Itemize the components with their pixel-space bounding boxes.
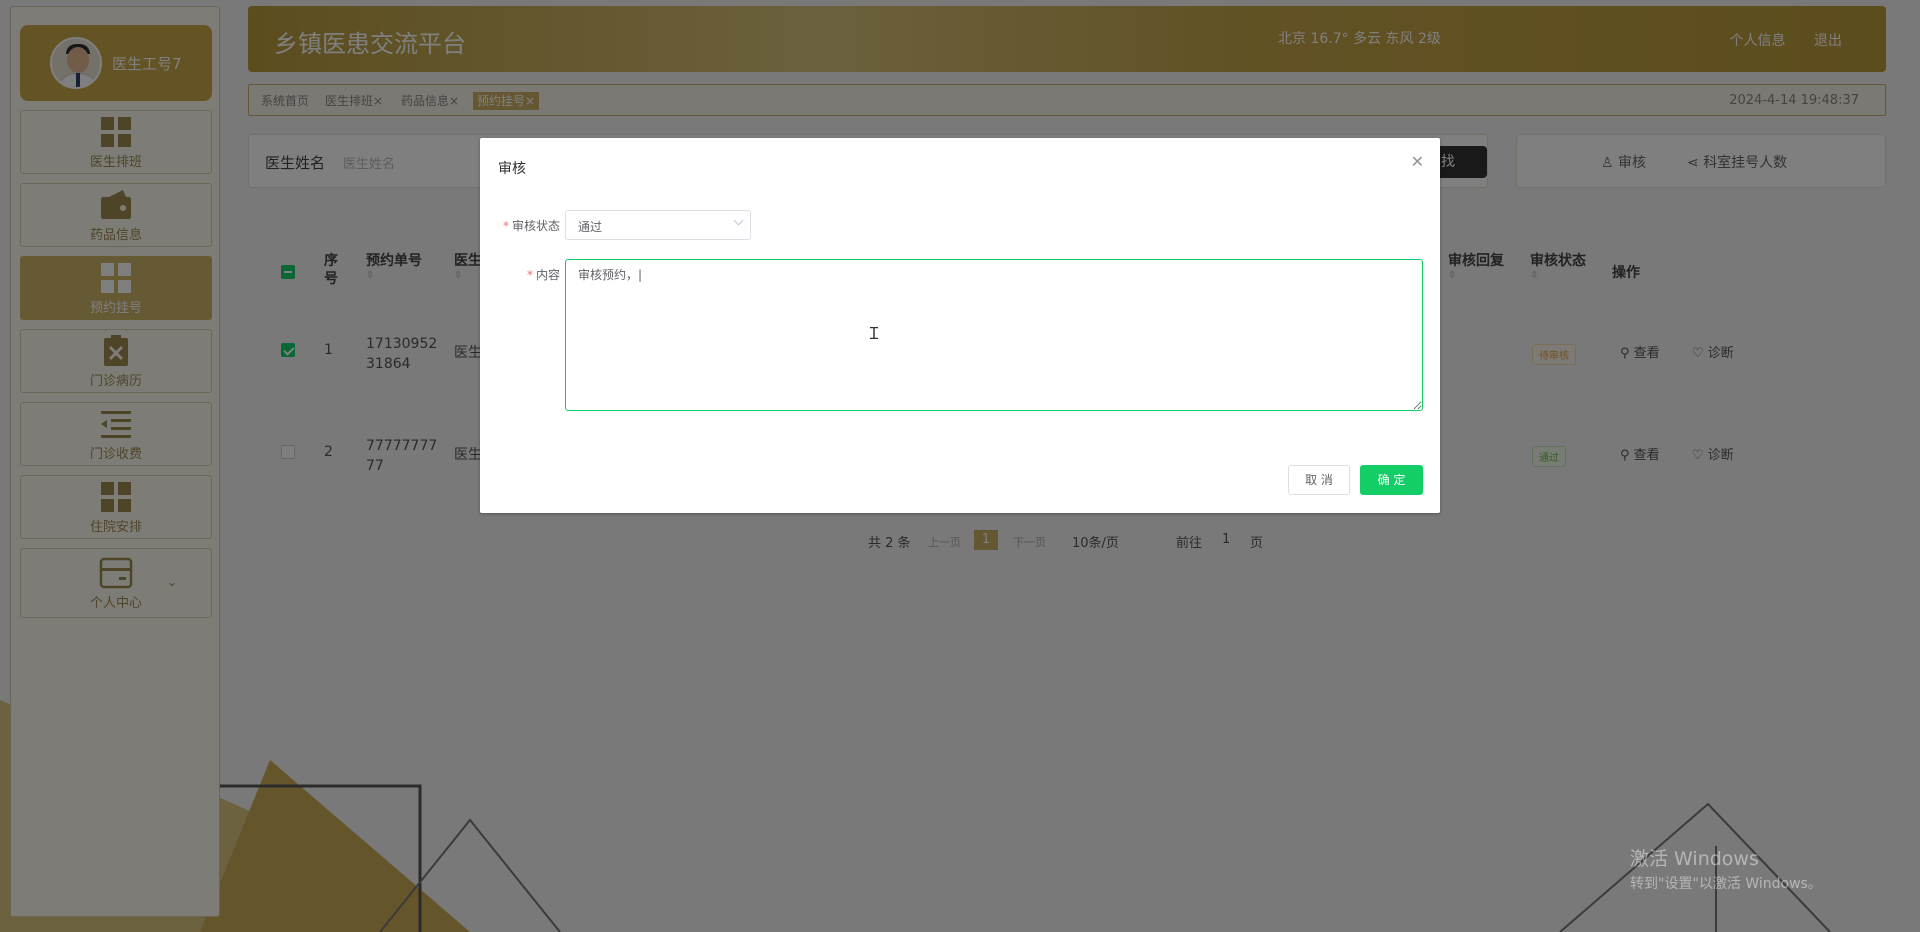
- close-icon[interactable]: ✕: [1411, 152, 1424, 171]
- content-field-label: * 内容: [526, 268, 560, 282]
- status-label-text: 审核状态: [511, 219, 560, 233]
- review-dialog: 审核 ✕ * 审核状态 通过 * 内容 审核预约，| Ｉ 取 消 确 定: [480, 138, 1440, 513]
- watermark-line2: 转到"设置"以激活 Windows。: [1630, 876, 1822, 892]
- chevron-down-icon: [733, 215, 744, 226]
- status-select[interactable]: 通过: [565, 210, 751, 240]
- cancel-button[interactable]: 取 消: [1288, 465, 1350, 495]
- watermark-line1: 激活 Windows: [1630, 848, 1759, 870]
- dialog-title: 审核: [498, 161, 526, 177]
- status-select-value: 通过: [578, 220, 603, 234]
- content-textarea[interactable]: 审核预约，|: [565, 259, 1423, 411]
- content-label-text: 内容: [535, 268, 560, 282]
- text-cursor-icon: Ｉ: [866, 324, 883, 343]
- status-field-label: * 审核状态: [502, 219, 560, 233]
- confirm-button[interactable]: 确 定: [1360, 465, 1423, 495]
- windows-activation-watermark: 激活 Windows 转到"设置"以激活 Windows。: [1630, 844, 1822, 893]
